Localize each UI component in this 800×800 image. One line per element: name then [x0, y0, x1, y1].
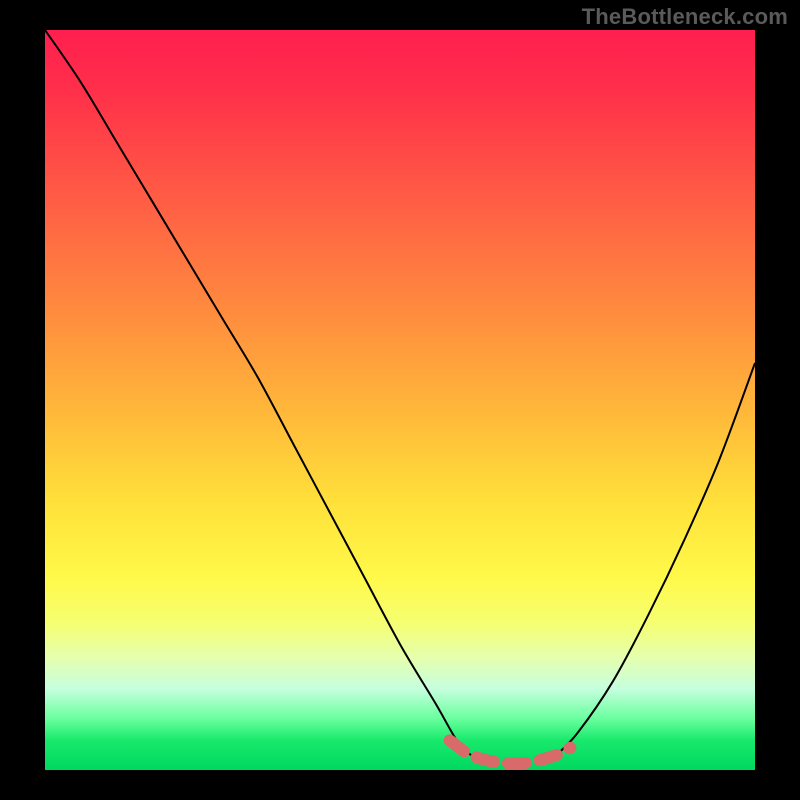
left-arm-curve — [45, 30, 471, 755]
curve-overlay — [45, 30, 755, 770]
flat-band — [450, 740, 571, 763]
right-arm-curve — [556, 363, 755, 755]
watermark-text: TheBottleneck.com — [582, 4, 788, 30]
chart-frame: TheBottleneck.com — [0, 0, 800, 800]
